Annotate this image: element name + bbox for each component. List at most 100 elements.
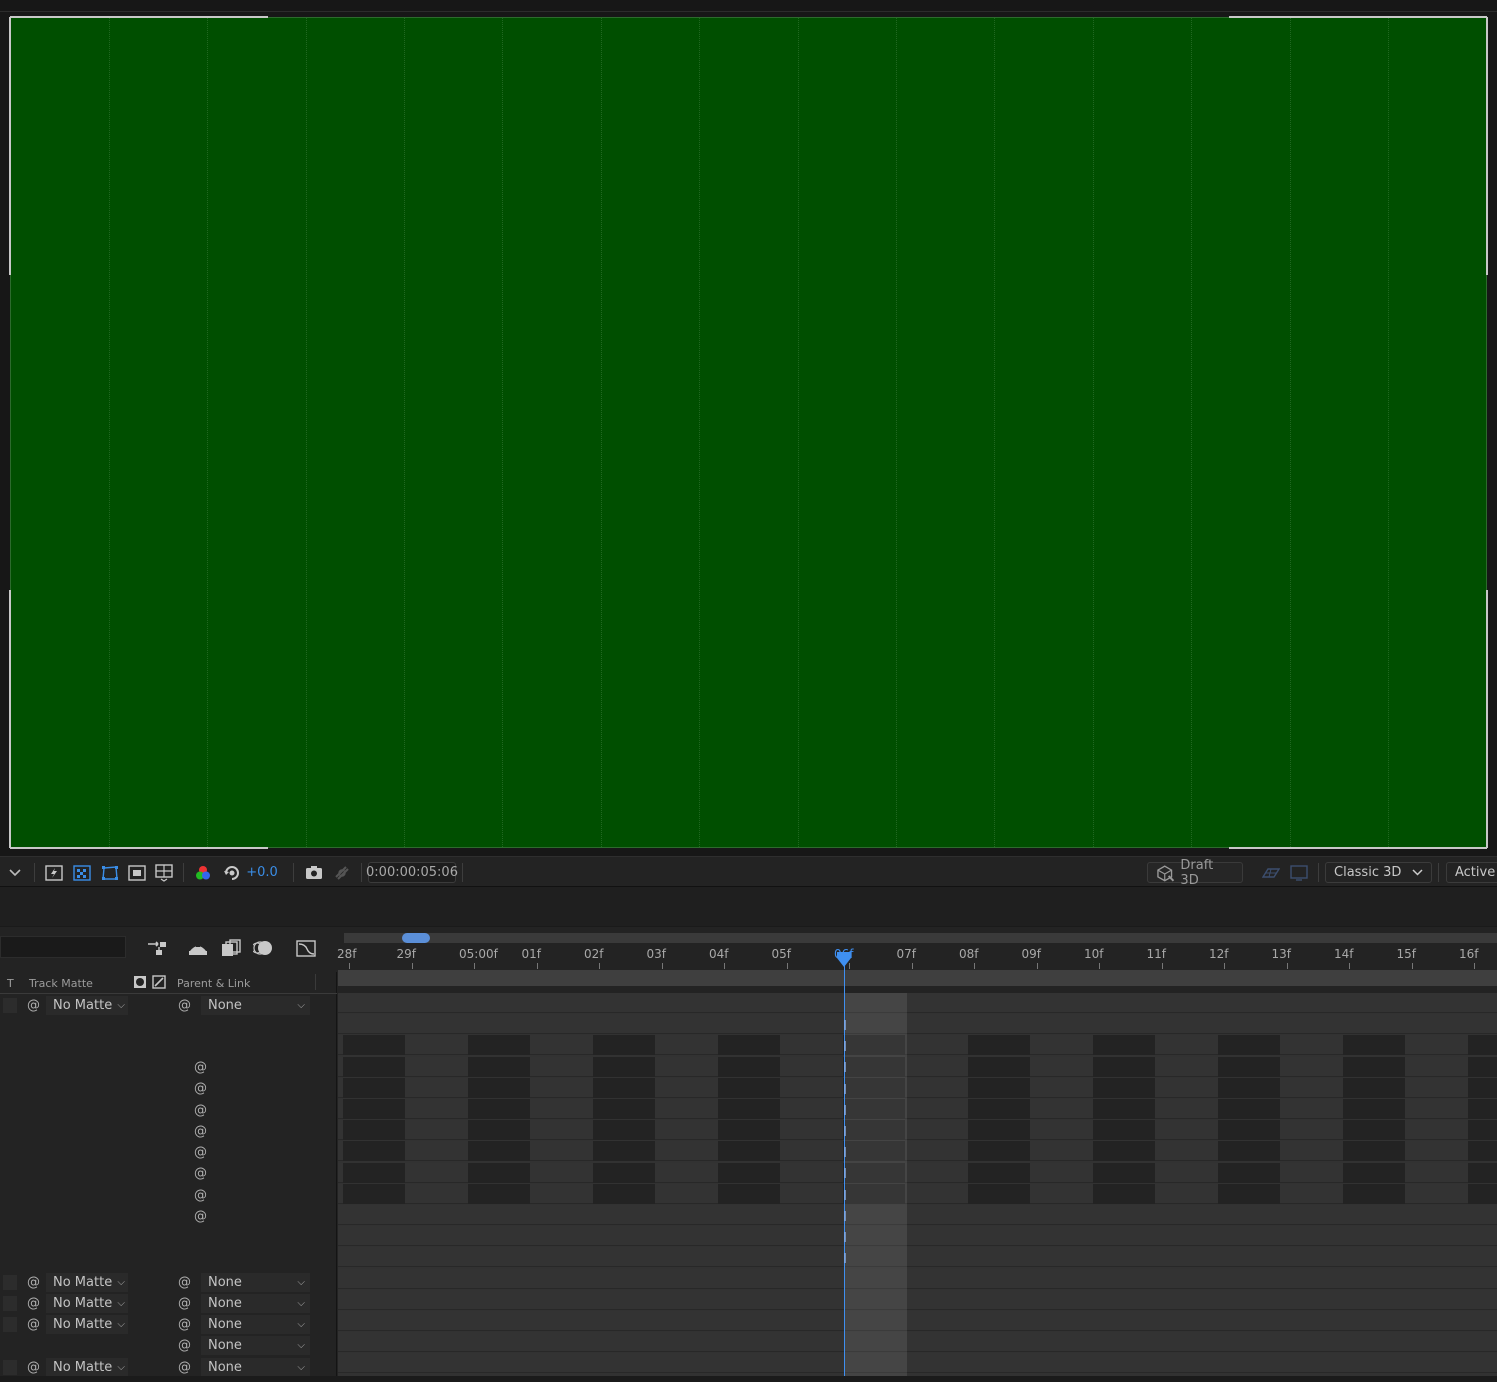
take-snapshot-button[interactable] [303,862,325,883]
track-row[interactable] [338,1332,1497,1353]
track-row[interactable] [338,1077,1497,1098]
track-row[interactable] [338,1162,1497,1183]
layer-row[interactable]: @ No Matte ⌵ @ None ⌵ [0,1314,337,1335]
track-matte-dropdown[interactable]: No Matte ⌵ [46,1358,128,1377]
3d-renderer-dropdown[interactable]: Classic 3D [1325,862,1432,883]
property-pickwhip-icon[interactable]: @ [193,1060,208,1075]
track-row[interactable] [338,1056,1497,1077]
parent-pickwhip-icon[interactable]: @ [177,1275,192,1290]
parent-dropdown[interactable]: None ⌵ [201,1294,310,1313]
playhead-handle[interactable] [836,950,852,968]
magnification-dropdown[interactable] [4,862,26,883]
graph-editor-button[interactable] [295,938,317,958]
track-row[interactable] [338,1268,1497,1289]
layer-toggle-box[interactable] [3,1296,17,1311]
extended-viewer-button[interactable] [1288,862,1310,883]
reset-exposure-button[interactable] [221,862,243,883]
track-row[interactable] [338,1141,1497,1162]
layer-row[interactable]: @ No Matte ⌵ @ None ⌵ [0,995,337,1016]
parent-dropdown[interactable]: None ⌵ [201,1315,310,1334]
track-row[interactable] [338,993,1497,1013]
keyframe-ibeam-icon[interactable]: I [840,1232,850,1246]
track-row[interactable] [338,1205,1497,1225]
matte-pickwhip-icon[interactable]: @ [26,1360,41,1375]
track-matte-dropdown[interactable]: No Matte ⌵ [46,1315,128,1334]
parent-pickwhip-icon[interactable]: @ [177,1338,192,1353]
parent-pickwhip-icon[interactable]: @ [177,998,192,1013]
layer-toggle-box[interactable] [3,1317,17,1332]
exposure-value[interactable]: +0.0 [246,862,278,883]
property-pickwhip-icon[interactable]: @ [193,1081,208,1096]
layer-row[interactable]: @ No Matte ⌵ @ None ⌵ [0,1272,337,1293]
keyframe-ibeam-icon[interactable]: I [840,1147,850,1161]
keyframe-ibeam-icon[interactable]: I [840,1083,850,1098]
matte-pickwhip-icon[interactable]: @ [26,1275,41,1290]
layer-toggle-box[interactable] [3,1360,17,1375]
region-of-interest-button[interactable] [126,862,148,883]
3d-ground-plane-button[interactable] [1260,862,1282,883]
keyframe-ibeam-icon[interactable]: I [840,1062,850,1076]
track-row[interactable] [338,1183,1497,1204]
time-ruler[interactable]: 28f29f05:00f01f02f03f04f05f06f07f08f09f1… [337,927,1497,993]
track-row[interactable] [338,1226,1497,1247]
property-pickwhip-icon[interactable]: @ [193,1166,208,1181]
track-row[interactable] [338,1014,1497,1035]
composition-viewer[interactable] [0,0,1497,856]
track-row[interactable] [338,1035,1497,1056]
motion-blur-button[interactable] [253,938,275,958]
active-camera-dropdown[interactable]: Active [1446,862,1497,883]
parent-dropdown[interactable]: None ⌵ [201,1273,310,1292]
track-matte-dropdown[interactable]: No Matte ⌵ [46,1273,128,1292]
property-pickwhip-icon[interactable]: @ [193,1188,208,1203]
parent-pickwhip-icon[interactable]: @ [177,1296,192,1311]
property-pickwhip-icon[interactable]: @ [193,1209,208,1224]
grid-guides-button[interactable] [153,862,175,883]
matte-pickwhip-icon[interactable]: @ [26,1317,41,1332]
keyframe-ibeam-icon[interactable]: I [840,1168,850,1182]
keyframe-ibeam-icon[interactable]: I [840,1253,850,1267]
property-pickwhip-icon[interactable]: @ [193,1124,208,1139]
parent-link-column-header[interactable]: Parent & Link [177,977,250,990]
layer-row[interactable]: @ None ⌵ [0,1335,337,1356]
fast-previews-button[interactable] [43,862,65,883]
parent-dropdown[interactable]: None ⌵ [201,1336,310,1355]
layer-row[interactable]: @ No Matte ⌵ @ None ⌵ [0,1293,337,1314]
keyframe-ibeam-icon[interactable]: I [840,1126,850,1140]
matte-pickwhip-icon[interactable]: @ [26,998,41,1013]
layer-search-input[interactable] [0,936,126,958]
shy-layers-button[interactable] [187,938,209,958]
show-snapshot-button[interactable] [331,862,353,883]
parent-pickwhip-icon[interactable]: @ [177,1317,192,1332]
draft-3d-button[interactable]: Draft 3D [1147,858,1243,888]
time-navigator-handle[interactable] [402,933,430,943]
layer-toggle-box[interactable] [3,1275,17,1290]
matte-pickwhip-icon[interactable]: @ [26,1296,41,1311]
track-row[interactable] [338,1353,1497,1374]
frame-blending-button[interactable] [220,938,242,958]
composition-canvas[interactable] [10,17,1487,848]
layer-row[interactable]: @ No Matte ⌵ @ None ⌵ [0,1357,337,1378]
keyframe-ibeam-icon[interactable]: I [840,1041,850,1055]
track-row[interactable] [338,1099,1497,1119]
keyframe-ibeam-icon[interactable]: I [840,1189,850,1204]
track-row[interactable] [338,1311,1497,1331]
transparency-grid-button[interactable] [71,862,93,883]
keyframe-ibeam-icon[interactable]: I [840,1104,850,1119]
track-row[interactable] [338,1289,1497,1310]
work-area-bar[interactable] [338,970,1497,986]
track-row[interactable] [338,1120,1497,1141]
track-matte-dropdown[interactable]: No Matte ⌵ [46,1294,128,1313]
property-pickwhip-icon[interactable]: @ [193,1103,208,1118]
channel-dropdown[interactable] [192,862,214,883]
track-matte-column-header[interactable]: Track Matte [29,977,93,990]
parent-pickwhip-icon[interactable]: @ [177,1360,192,1375]
layer-toggle-box[interactable] [3,998,17,1013]
track-matte-dropdown[interactable]: No Matte ⌵ [46,996,128,1015]
parent-dropdown[interactable]: None ⌵ [201,1358,310,1377]
track-row[interactable] [338,1247,1497,1268]
parent-dropdown[interactable]: None ⌵ [201,996,310,1015]
property-pickwhip-icon[interactable]: @ [193,1145,208,1160]
current-time-display[interactable]: 0:00:00:05:06 [366,862,458,883]
draft-3d-switch-button[interactable] [146,938,168,958]
mask-visibility-button[interactable] [99,862,121,883]
